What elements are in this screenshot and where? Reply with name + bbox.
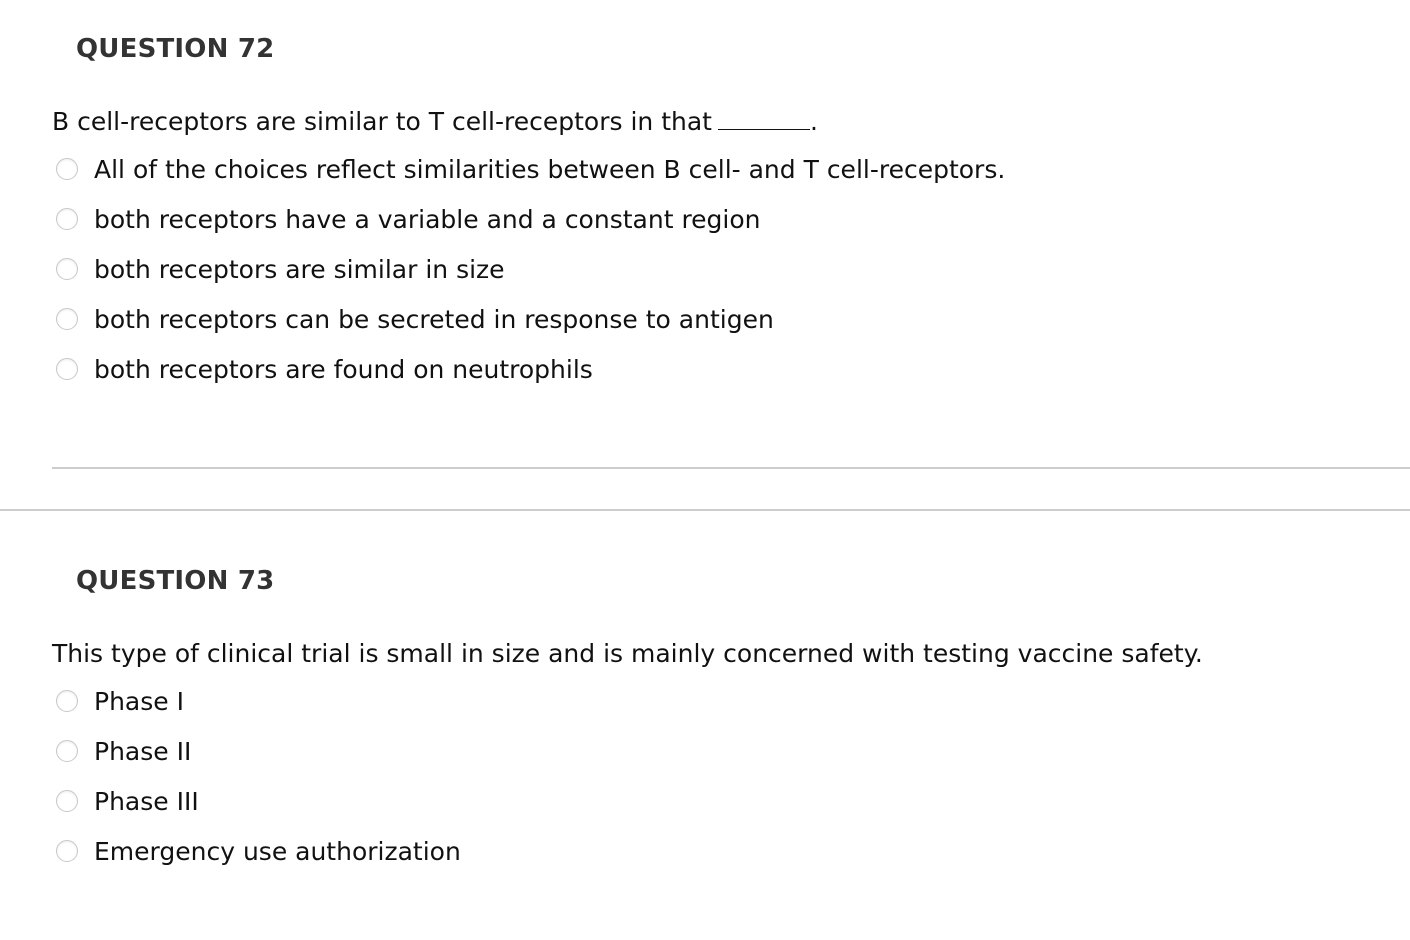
answer-option-label: Phase III <box>94 786 199 816</box>
answer-option-label: both receptors are similar in size <box>94 254 505 284</box>
section-divider <box>0 509 1410 511</box>
answer-option[interactable]: both receptors are similar in size <box>56 253 505 285</box>
radio-button[interactable] <box>56 308 78 330</box>
fill-in-blank <box>718 109 810 130</box>
radio-button[interactable] <box>56 690 78 712</box>
radio-button[interactable] <box>56 208 78 230</box>
answer-option-label: All of the choices reflect similarities … <box>94 154 1006 184</box>
answer-option[interactable]: All of the choices reflect similarities … <box>56 153 1005 185</box>
answer-option-label: both receptors are found on neutrophils <box>94 354 593 384</box>
question-prompt-suffix: . <box>810 107 818 136</box>
answer-option[interactable]: both receptors are found on neutrophils <box>56 353 593 385</box>
radio-button[interactable] <box>56 840 78 862</box>
radio-button[interactable] <box>56 358 78 380</box>
answer-option[interactable]: Phase III <box>56 785 199 817</box>
radio-button[interactable] <box>56 258 78 280</box>
answer-option-label: Phase I <box>94 686 184 716</box>
question-prompt: B cell-receptors are similar to T cell-r… <box>52 107 818 136</box>
question-divider <box>52 467 1410 469</box>
question-title: QUESTION 73 <box>76 566 275 596</box>
radio-button[interactable] <box>56 158 78 180</box>
answer-option[interactable]: Phase I <box>56 685 184 717</box>
answer-option-label: both receptors have a variable and a con… <box>94 204 761 234</box>
answer-option[interactable]: both receptors can be secreted in respon… <box>56 303 774 335</box>
answer-option[interactable]: Phase II <box>56 735 191 767</box>
answer-option-label: Emergency use authorization <box>94 836 461 866</box>
answer-option-label: Phase II <box>94 736 192 766</box>
question-prompt-text: B cell-receptors are similar to T cell-r… <box>52 107 712 136</box>
radio-button[interactable] <box>56 790 78 812</box>
question-title: QUESTION 72 <box>76 34 275 64</box>
answer-option[interactable]: Emergency use authorization <box>56 835 461 867</box>
question-prompt: This type of clinical trial is small in … <box>52 639 1203 668</box>
answer-option-label: both receptors can be secreted in respon… <box>94 304 774 334</box>
answer-option[interactable]: both receptors have a variable and a con… <box>56 203 761 235</box>
radio-button[interactable] <box>56 740 78 762</box>
